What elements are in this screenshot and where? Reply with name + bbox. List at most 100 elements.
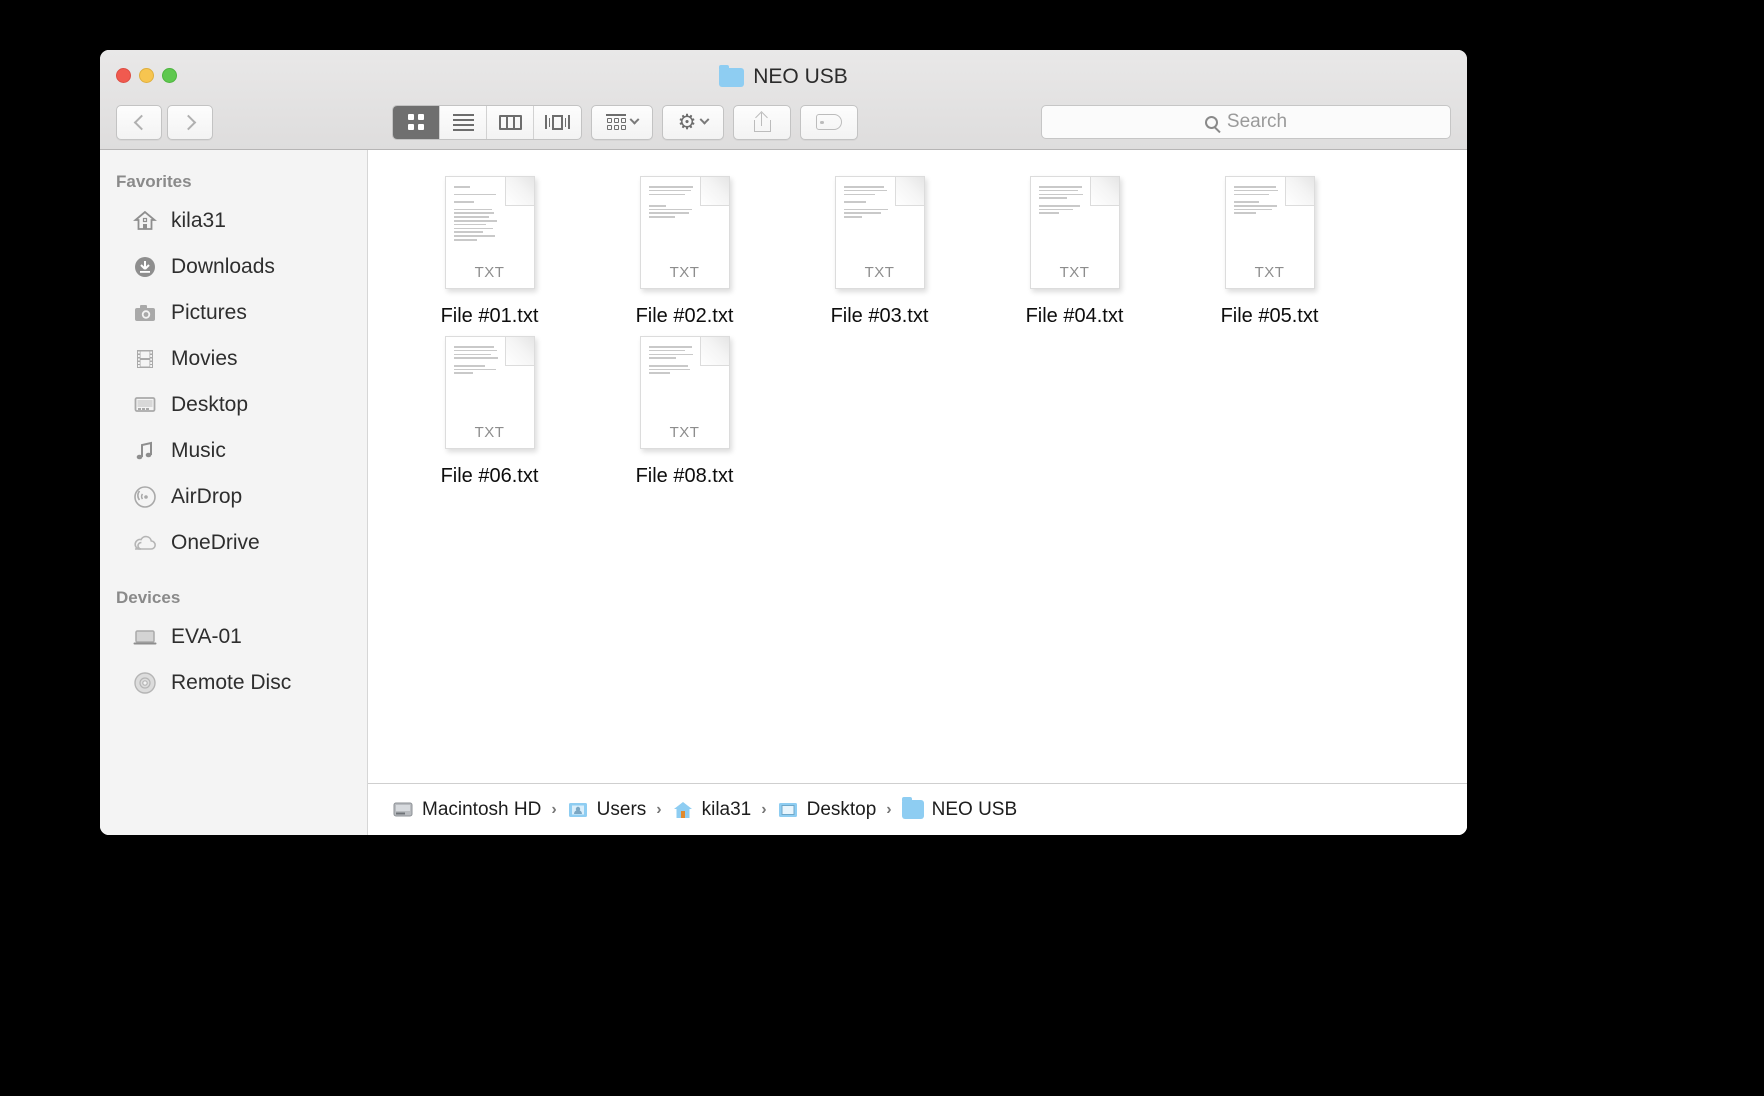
sidebar-item-onedrive[interactable]: OneDrive (100, 520, 367, 566)
file-name-label: File #03.txt (830, 305, 929, 327)
breadcrumb-label: Macintosh HD (422, 798, 542, 820)
breadcrumb-item-macintosh-hd[interactable]: Macintosh HD (392, 799, 541, 821)
breadcrumb-item-users[interactable]: Users (567, 798, 647, 821)
desktop-icon (132, 392, 158, 418)
sidebar-item-label: Music (171, 439, 226, 462)
film-icon (132, 346, 158, 372)
back-button[interactable] (116, 104, 162, 140)
arrange-by-button[interactable] (591, 104, 653, 140)
sidebar-item-movies[interactable]: Movies (100, 336, 367, 382)
breadcrumb-item-neo-usb[interactable]: NEO USB (901, 797, 1018, 821)
icon-view-button[interactable] (393, 105, 440, 139)
forward-button[interactable] (167, 104, 213, 140)
breadcrumb-item-desktop[interactable]: Desktop (777, 799, 876, 821)
file-item[interactable]: TXT File #01.txt (392, 168, 587, 328)
file-extension-label: TXT (1059, 264, 1090, 281)
sidebar-item-label: Pictures (171, 301, 247, 324)
file-extension-label: TXT (864, 264, 895, 281)
sidebar-item-remote-disc[interactable]: Remote Disc (100, 660, 367, 706)
sidebar-item-pictures[interactable]: Pictures (100, 290, 367, 336)
sidebar-item-label: kila31 (171, 209, 226, 232)
disc-icon (132, 670, 158, 696)
file-item[interactable]: TXT File #06.txt (392, 328, 587, 488)
search-input[interactable]: Search (1041, 105, 1451, 139)
txt-file-icon: TXT (639, 336, 730, 449)
grid-icon (408, 114, 424, 130)
sidebar-item-label: AirDrop (171, 485, 243, 508)
sidebar-item-airdrop[interactable]: AirDrop (100, 474, 367, 520)
tags-button[interactable] (800, 104, 858, 140)
sidebar-item-label: EVA-01 (171, 625, 242, 648)
file-name-label: File #05.txt (1220, 305, 1319, 327)
breadcrumb-label: kila31 (701, 798, 752, 820)
folder-icon (719, 64, 745, 87)
txt-file-icon: TXT (444, 336, 535, 449)
music-note-icon (132, 438, 158, 464)
search-placeholder: Search (1226, 111, 1288, 132)
search-icon (1204, 115, 1218, 129)
breadcrumb-label: Users (596, 798, 647, 820)
file-item[interactable]: TXT File #05.txt (1172, 168, 1367, 328)
file-item[interactable]: TXT File #02.txt (587, 168, 782, 328)
view-mode-segmented-control[interactable] (392, 104, 582, 140)
sidebar-item-eva-01[interactable]: EVA-01 (100, 614, 367, 660)
sidebar-item-desktop[interactable]: Desktop (100, 382, 367, 428)
sidebar-item-music[interactable]: Music (100, 428, 367, 474)
file-extension-label: TXT (1254, 264, 1285, 281)
breadcrumb-separator: › (886, 800, 892, 818)
share-button[interactable] (733, 104, 791, 140)
gallery-icon (545, 114, 570, 130)
harddisk-icon (392, 800, 414, 820)
file-item[interactable]: TXT File #04.txt (977, 168, 1172, 328)
content-area: TXT File #01.txt TXT File #02.txt TXT Fi… (368, 150, 1467, 835)
file-name-label: File #01.txt (440, 305, 539, 327)
airdrop-icon (132, 484, 158, 510)
txt-file-icon: TXT (1029, 176, 1120, 289)
list-icon (452, 113, 474, 131)
camera-icon (132, 300, 158, 326)
sidebar-item-label: Remote Disc (171, 671, 292, 694)
gallery-view-button[interactable] (534, 106, 581, 139)
txt-file-icon: TXT (639, 176, 730, 289)
sidebar-item-label: Movies (171, 347, 238, 370)
window-body: Favorites kila31 Downloads Pictures Movi… (100, 150, 1467, 835)
window-title-text: NEO USB (753, 65, 848, 88)
breadcrumb-separator: › (551, 800, 557, 818)
file-name-label: File #02.txt (635, 305, 734, 327)
chevron-right-icon (180, 114, 196, 130)
sidebar-item-kila31[interactable]: kila31 (100, 198, 367, 244)
file-extension-label: TXT (474, 424, 505, 441)
file-item[interactable]: TXT File #03.txt (782, 168, 977, 328)
gear-icon: ⚙ (677, 110, 697, 134)
breadcrumb-item-kila31[interactable]: kila31 (672, 798, 752, 821)
home-icon (132, 208, 158, 234)
file-extension-label: TXT (669, 264, 700, 281)
home-folder-icon (672, 800, 694, 820)
action-menu-button[interactable]: ⚙ (662, 104, 724, 140)
chevron-left-icon (133, 114, 149, 130)
breadcrumb-label: NEO USB (931, 798, 1018, 820)
txt-file-icon: TXT (444, 176, 535, 289)
finder-window: NEO USB ⚙ Search Favorites kila31 Downlo… (100, 50, 1467, 835)
list-view-button[interactable] (440, 105, 487, 139)
sidebar: Favorites kila31 Downloads Pictures Movi… (100, 150, 368, 835)
txt-file-icon: TXT (1224, 176, 1315, 289)
laptop-icon (132, 624, 158, 650)
txt-file-icon: TXT (834, 176, 925, 289)
desktop-folder-icon (777, 800, 799, 820)
chevron-down-icon (699, 114, 710, 125)
toolbar: ⚙ Search (100, 98, 1467, 146)
column-view-button[interactable] (487, 105, 534, 139)
file-name-label: File #06.txt (440, 465, 539, 487)
sidebar-section-favorites-header: Favorites (116, 172, 192, 191)
chevron-down-icon (629, 114, 640, 125)
title-bar: NEO USB ⚙ Search (100, 50, 1467, 150)
file-name-label: File #08.txt (635, 465, 734, 487)
navigation-buttons (116, 104, 213, 140)
tag-icon (816, 114, 842, 130)
sidebar-item-downloads[interactable]: Downloads (100, 244, 367, 290)
file-extension-label: TXT (669, 424, 700, 441)
file-item[interactable]: TXT File #08.txt (587, 328, 782, 488)
download-icon (132, 254, 158, 280)
sidebar-item-label: OneDrive (171, 531, 260, 554)
